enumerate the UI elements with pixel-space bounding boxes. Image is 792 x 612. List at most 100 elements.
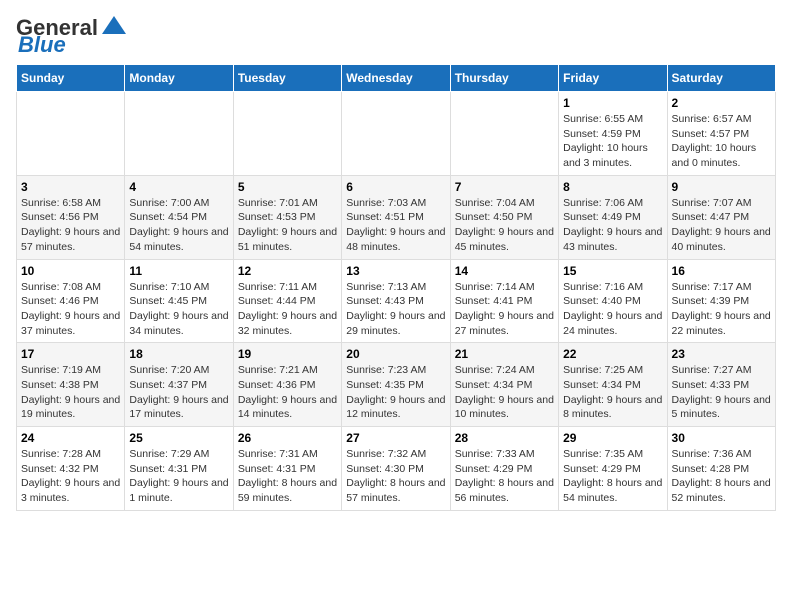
header: General Blue — [16, 16, 776, 56]
day-info: Sunrise: 7:23 AMSunset: 4:35 PMDaylight:… — [346, 363, 445, 422]
day-number: 16 — [672, 264, 771, 278]
day-number: 25 — [129, 431, 228, 445]
day-info: Sunrise: 7:21 AMSunset: 4:36 PMDaylight:… — [238, 363, 337, 422]
calendar-cell: 30 Sunrise: 7:36 AMSunset: 4:28 PMDayligh… — [667, 427, 775, 511]
calendar-cell: 17Sunrise: 7:19 AMSunset: 4:38 PMDayligh… — [17, 343, 125, 427]
day-info: Sunrise: 7:16 AMSunset: 4:40 PMDaylight:… — [563, 280, 662, 339]
day-info: Sunrise: 7:14 AMSunset: 4:41 PMDaylight:… — [455, 280, 554, 339]
calendar-cell: 6 Sunrise: 7:03 AMSunset: 4:51 PMDaylight… — [342, 175, 450, 259]
day-number: 23 — [672, 347, 771, 361]
day-number: 29 — [563, 431, 662, 445]
calendar-cell: 16 Sunrise: 7:17 AMSunset: 4:39 PMDayligh… — [667, 259, 775, 343]
calendar-cell: 12 Sunrise: 7:11 AMSunset: 4:44 PMDayligh… — [233, 259, 341, 343]
day-number: 15 — [563, 264, 662, 278]
calendar-cell: 10 Sunrise: 7:08 AMSunset: 4:46 PMDayligh… — [17, 259, 125, 343]
calendar-week-row: 10 Sunrise: 7:08 AMSunset: 4:46 PMDayligh… — [17, 259, 776, 343]
calendar-cell: 29 Sunrise: 7:35 AMSunset: 4:29 PMDayligh… — [559, 427, 667, 511]
calendar-cell: 5 Sunrise: 7:01 AMSunset: 4:53 PMDaylight… — [233, 175, 341, 259]
calendar-header-wednesday: Wednesday — [342, 65, 450, 92]
day-number: 12 — [238, 264, 337, 278]
day-info: Sunrise: 7:32 AMSunset: 4:30 PMDaylight:… — [346, 447, 445, 506]
calendar-week-row: 3 Sunrise: 6:58 AMSunset: 4:56 PMDaylight… — [17, 175, 776, 259]
calendar-cell: 3 Sunrise: 6:58 AMSunset: 4:56 PMDaylight… — [17, 175, 125, 259]
day-number: 28 — [455, 431, 554, 445]
day-info: Sunrise: 7:10 AMSunset: 4:45 PMDaylight:… — [129, 280, 228, 339]
calendar-cell: 8 Sunrise: 7:06 AMSunset: 4:49 PMDaylight… — [559, 175, 667, 259]
calendar-header-saturday: Saturday — [667, 65, 775, 92]
day-number: 5 — [238, 180, 337, 194]
day-number: 11 — [129, 264, 228, 278]
calendar-cell: 19 Sunrise: 7:21 AMSunset: 4:36 PMDayligh… — [233, 343, 341, 427]
day-number: 6 — [346, 180, 445, 194]
day-info: Sunrise: 7:19 AMSunset: 4:38 PMDaylight:… — [21, 363, 120, 422]
day-number: 3 — [21, 180, 120, 194]
day-info: Sunrise: 7:03 AMSunset: 4:51 PMDaylight:… — [346, 196, 445, 255]
day-info: Sunrise: 7:04 AMSunset: 4:50 PMDaylight:… — [455, 196, 554, 255]
day-number: 14 — [455, 264, 554, 278]
day-number: 13 — [346, 264, 445, 278]
calendar-cell: 15 Sunrise: 7:16 AMSunset: 4:40 PMDayligh… — [559, 259, 667, 343]
day-info: Sunrise: 7:35 AMSunset: 4:29 PMDaylight:… — [563, 447, 662, 506]
calendar-cell: 25 Sunrise: 7:29 AMSunset: 4:31 PMDayligh… — [125, 427, 233, 511]
calendar-table: SundayMondayTuesdayWednesdayThursdayFrid… — [16, 64, 776, 511]
day-info: Sunrise: 7:36 AMSunset: 4:28 PMDaylight:… — [672, 447, 771, 506]
day-info: Sunrise: 7:00 AMSunset: 4:54 PMDaylight:… — [129, 196, 228, 255]
day-info: Sunrise: 7:17 AMSunset: 4:39 PMDaylight:… — [672, 280, 771, 339]
calendar-header-row: SundayMondayTuesdayWednesdayThursdayFrid… — [17, 65, 776, 92]
calendar-header-monday: Monday — [125, 65, 233, 92]
day-number: 24 — [21, 431, 120, 445]
calendar-cell: 27 Sunrise: 7:32 AMSunset: 4:30 PMDayligh… — [342, 427, 450, 511]
calendar-header-friday: Friday — [559, 65, 667, 92]
day-number: 9 — [672, 180, 771, 194]
day-number: 10 — [21, 264, 120, 278]
calendar-cell: 28 Sunrise: 7:33 AMSunset: 4:29 PMDayligh… — [450, 427, 558, 511]
calendar-cell — [342, 92, 450, 176]
day-info: Sunrise: 6:57 AMSunset: 4:57 PMDaylight:… — [672, 112, 771, 171]
day-info: Sunrise: 7:27 AMSunset: 4:33 PMDaylight:… — [672, 363, 771, 422]
day-number: 1 — [563, 96, 662, 110]
day-info: Sunrise: 7:33 AMSunset: 4:29 PMDaylight:… — [455, 447, 554, 506]
day-info: Sunrise: 7:07 AMSunset: 4:47 PMDaylight:… — [672, 196, 771, 255]
day-number: 26 — [238, 431, 337, 445]
logo: General Blue — [16, 16, 128, 56]
day-number: 20 — [346, 347, 445, 361]
day-number: 19 — [238, 347, 337, 361]
day-info: Sunrise: 7:06 AMSunset: 4:49 PMDaylight:… — [563, 196, 662, 255]
calendar-cell — [125, 92, 233, 176]
day-info: Sunrise: 6:58 AMSunset: 4:56 PMDaylight:… — [21, 196, 120, 255]
calendar-cell — [17, 92, 125, 176]
day-info: Sunrise: 7:11 AMSunset: 4:44 PMDaylight:… — [238, 280, 337, 339]
day-number: 30 — [672, 431, 771, 445]
calendar-header-sunday: Sunday — [17, 65, 125, 92]
calendar-cell: 13Sunrise: 7:13 AMSunset: 4:43 PMDayligh… — [342, 259, 450, 343]
day-info: Sunrise: 7:01 AMSunset: 4:53 PMDaylight:… — [238, 196, 337, 255]
day-number: 22 — [563, 347, 662, 361]
calendar-cell — [233, 92, 341, 176]
day-info: Sunrise: 7:29 AMSunset: 4:31 PMDaylight:… — [129, 447, 228, 506]
day-info: Sunrise: 7:08 AMSunset: 4:46 PMDaylight:… — [21, 280, 120, 339]
calendar-cell: 14 Sunrise: 7:14 AMSunset: 4:41 PMDayligh… — [450, 259, 558, 343]
calendar-cell: 11 Sunrise: 7:10 AMSunset: 4:45 PMDayligh… — [125, 259, 233, 343]
calendar-week-row: 17Sunrise: 7:19 AMSunset: 4:38 PMDayligh… — [17, 343, 776, 427]
day-number: 27 — [346, 431, 445, 445]
day-number: 21 — [455, 347, 554, 361]
calendar-cell: 22Sunrise: 7:25 AMSunset: 4:34 PMDayligh… — [559, 343, 667, 427]
day-number: 18 — [129, 347, 228, 361]
calendar-cell: 24 Sunrise: 7:28 AMSunset: 4:32 PMDayligh… — [17, 427, 125, 511]
calendar-header-tuesday: Tuesday — [233, 65, 341, 92]
day-number: 8 — [563, 180, 662, 194]
calendar-cell: 23 Sunrise: 7:27 AMSunset: 4:33 PMDayligh… — [667, 343, 775, 427]
day-info: Sunrise: 7:28 AMSunset: 4:32 PMDaylight:… — [21, 447, 120, 506]
calendar-cell: 9 Sunrise: 7:07 AMSunset: 4:47 PMDaylight… — [667, 175, 775, 259]
calendar-cell: 18 Sunrise: 7:20 AMSunset: 4:37 PMDayligh… — [125, 343, 233, 427]
day-info: Sunrise: 7:20 AMSunset: 4:37 PMDaylight:… — [129, 363, 228, 422]
calendar-week-row: 24 Sunrise: 7:28 AMSunset: 4:32 PMDayligh… — [17, 427, 776, 511]
calendar-cell: 1Sunrise: 6:55 AMSunset: 4:59 PMDaylight… — [559, 92, 667, 176]
calendar-week-row: 1Sunrise: 6:55 AMSunset: 4:59 PMDaylight… — [17, 92, 776, 176]
calendar-cell — [450, 92, 558, 176]
calendar-cell: 21Sunrise: 7:24 AMSunset: 4:34 PMDayligh… — [450, 343, 558, 427]
logo-blue-text: Blue — [18, 34, 66, 56]
day-number: 2 — [672, 96, 771, 110]
logo-icon — [100, 12, 128, 40]
calendar-cell: 4Sunrise: 7:00 AMSunset: 4:54 PMDaylight… — [125, 175, 233, 259]
